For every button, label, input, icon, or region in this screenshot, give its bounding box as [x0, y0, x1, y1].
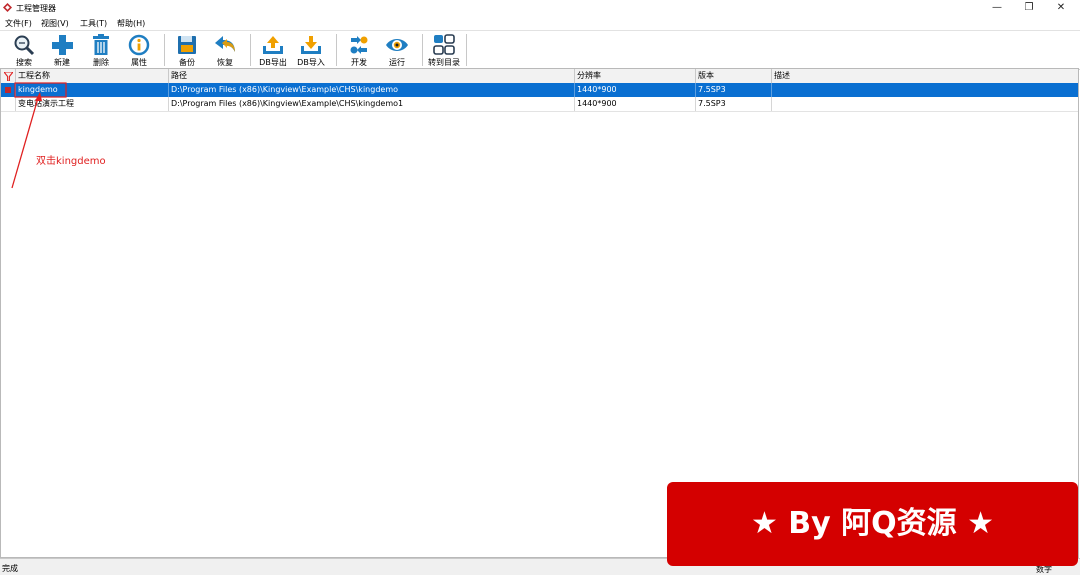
- status-text: 完成: [2, 564, 18, 573]
- annotation-text: 双击kingdemo: [36, 156, 106, 167]
- watermark-banner: ★ By 阿Q资源 ★: [667, 482, 1078, 566]
- annotation-arrow: [11, 97, 39, 189]
